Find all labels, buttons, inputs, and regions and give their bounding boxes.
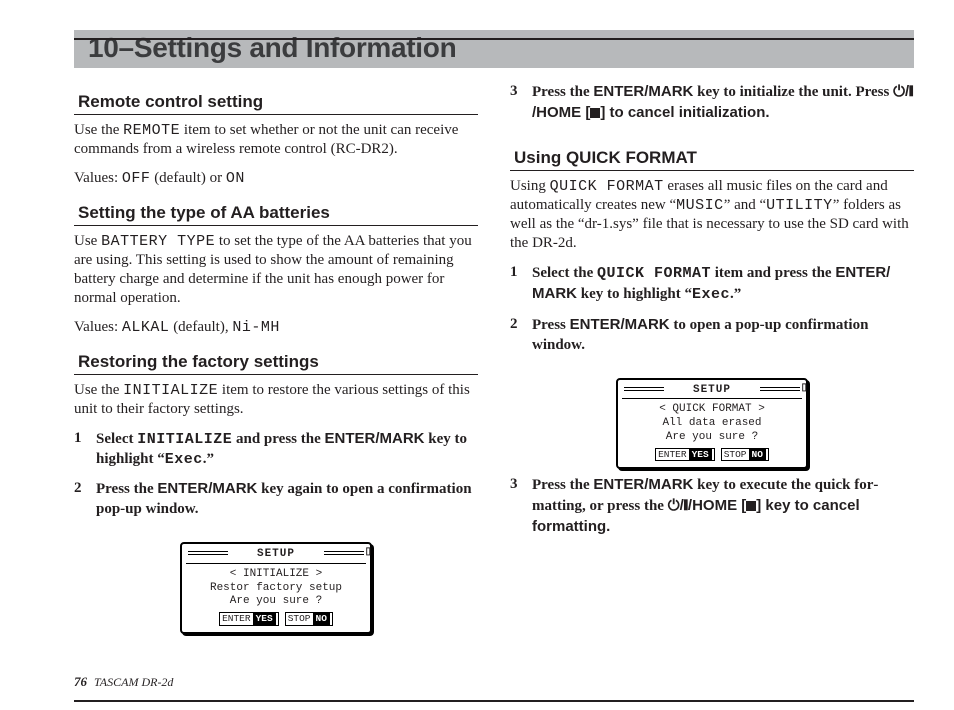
lcd-btn-stop-no: STOPNO <box>285 612 333 626</box>
lcd-line: < QUICK FORMAT > <box>624 403 800 417</box>
code-quick-format: QUICK FORMAT <box>550 178 664 195</box>
page-number: 76 <box>74 674 87 689</box>
power-icon: ⏻/❙ <box>668 496 688 516</box>
restore-steps-continued: Press the ENTER/MARK key to initialize t… <box>510 82 914 134</box>
battery-icon: ▯ <box>801 383 808 396</box>
heading-battery-type: Setting the type of AA batteries <box>74 203 478 226</box>
manual-page: 10–Settings and Information Remote contr… <box>0 30 954 710</box>
lcd-screen-initialize: SETUP ▯ < INITIALIZE > Restor factory se… <box>180 542 372 634</box>
battery-icon: ▯ <box>365 547 372 560</box>
code-alkal: ALKAL <box>122 319 170 336</box>
restore-step-2: Press the ENTER/MARK key again to open a… <box>74 479 478 530</box>
para-battery-values: Values: ALKAL (default), Ni-MH <box>74 318 478 337</box>
footer-model: TASCAM DR-2d <box>94 675 173 689</box>
para-remote-values: Values: OFF (default) or ON <box>74 169 478 188</box>
lcd-body: < INITIALIZE > Restor factory setup Are … <box>186 564 366 628</box>
code-battery-type: BATTERY TYPE <box>101 233 215 250</box>
restore-step-1: Select INITIALIZE and press the ENTER/MA… <box>74 429 478 480</box>
lcd-btn-stop-no: STOPNO <box>721 448 769 462</box>
code-utility: UTILITY <box>766 197 833 214</box>
chapter-banner: 10–Settings and Information <box>74 30 914 68</box>
lcd-line: < INITIALIZE > <box>188 568 364 582</box>
code-music: MUSIC <box>676 197 724 214</box>
heading-remote-control: Remote control setting <box>74 92 478 115</box>
key-enter-mark: ENTER/MARK <box>325 430 425 447</box>
restore-step-3: Press the ENTER/MARK key to initialize t… <box>510 82 914 134</box>
lcd-btn-enter-yes: ENTERYES <box>655 448 715 462</box>
lcd-line: Are you sure ? <box>188 595 364 609</box>
code-off: OFF <box>122 170 151 187</box>
heading-restore-factory: Restoring the factory settings <box>74 352 478 375</box>
lcd-body: < QUICK FORMAT > All data erased Are you… <box>622 399 802 463</box>
para-quick-1: Using QUICK FORMAT erases all music file… <box>510 177 914 254</box>
left-column: Remote control setting Use the REMOTE it… <box>74 78 478 640</box>
power-icon: ⏻/❙ <box>893 82 913 102</box>
lcd-button-row: ENTERYES STOPNO <box>624 448 800 462</box>
page-footer: 76 TASCAM DR-2d <box>74 674 173 690</box>
lcd-line: All data erased <box>624 417 800 431</box>
lcd-button-row: ENTERYES STOPNO <box>188 612 364 626</box>
code-on: ON <box>226 170 245 187</box>
code-nimh: Ni-MH <box>232 319 280 336</box>
lcd-screen-quickformat: SETUP ▯ < QUICK FORMAT > All data erased… <box>616 378 808 470</box>
key-enter-mark: ENTER/MARK <box>570 316 670 333</box>
key-enter-mark: ENTER/MARK <box>593 476 693 493</box>
lcd-titlebar: SETUP ▯ <box>186 548 366 564</box>
figure-initialize-popup: SETUP ▯ < INITIALIZE > Restor factory se… <box>74 542 478 634</box>
key-home: /HOME [ <box>688 497 746 514</box>
quick-step-1: Select the QUICK FORMAT item and press t… <box>510 263 914 315</box>
figure-quickformat-popup: SETUP ▯ < QUICK FORMAT > All data erased… <box>510 378 914 470</box>
key-home: /HOME [ <box>532 104 590 121</box>
quick-step-3: Press the ENTER/MARK key to execute the … <box>510 475 914 547</box>
lcd-line: Restor factory setup <box>188 582 364 596</box>
para-remote-1: Use the REMOTE item to set whether or no… <box>74 121 478 159</box>
key-enter-mark: ENTER/MARK <box>157 480 257 497</box>
quick-format-steps: Select the QUICK FORMAT item and press t… <box>510 263 914 365</box>
chapter-title: 10–Settings and Information <box>88 32 900 64</box>
code-initialize: INITIALIZE <box>123 382 218 399</box>
lcd-line: Are you sure ? <box>624 431 800 445</box>
two-column-layout: Remote control setting Use the REMOTE it… <box>74 78 914 640</box>
para-restore-1: Use the INITIALIZE item to restore the v… <box>74 381 478 419</box>
lcd-titlebar: SETUP ▯ <box>622 384 802 400</box>
heading-quick-format: Using QUICK FORMAT <box>510 148 914 171</box>
key-enter-mark: ENTER/MARK <box>593 83 693 100</box>
right-column: Press the ENTER/MARK key to initialize t… <box>510 78 914 640</box>
restore-steps: Select INITIALIZE and press the ENTER/MA… <box>74 429 478 530</box>
lcd-btn-enter-yes: ENTERYES <box>219 612 279 626</box>
stop-icon <box>746 501 756 511</box>
stop-icon <box>590 108 600 118</box>
quick-format-steps-continued: Press the ENTER/MARK key to execute the … <box>510 475 914 547</box>
quick-step-2: Press ENTER/MARK to open a pop-up confir… <box>510 315 914 366</box>
code-remote: REMOTE <box>123 122 180 139</box>
para-battery-1: Use BATTERY TYPE to set the type of the … <box>74 232 478 309</box>
